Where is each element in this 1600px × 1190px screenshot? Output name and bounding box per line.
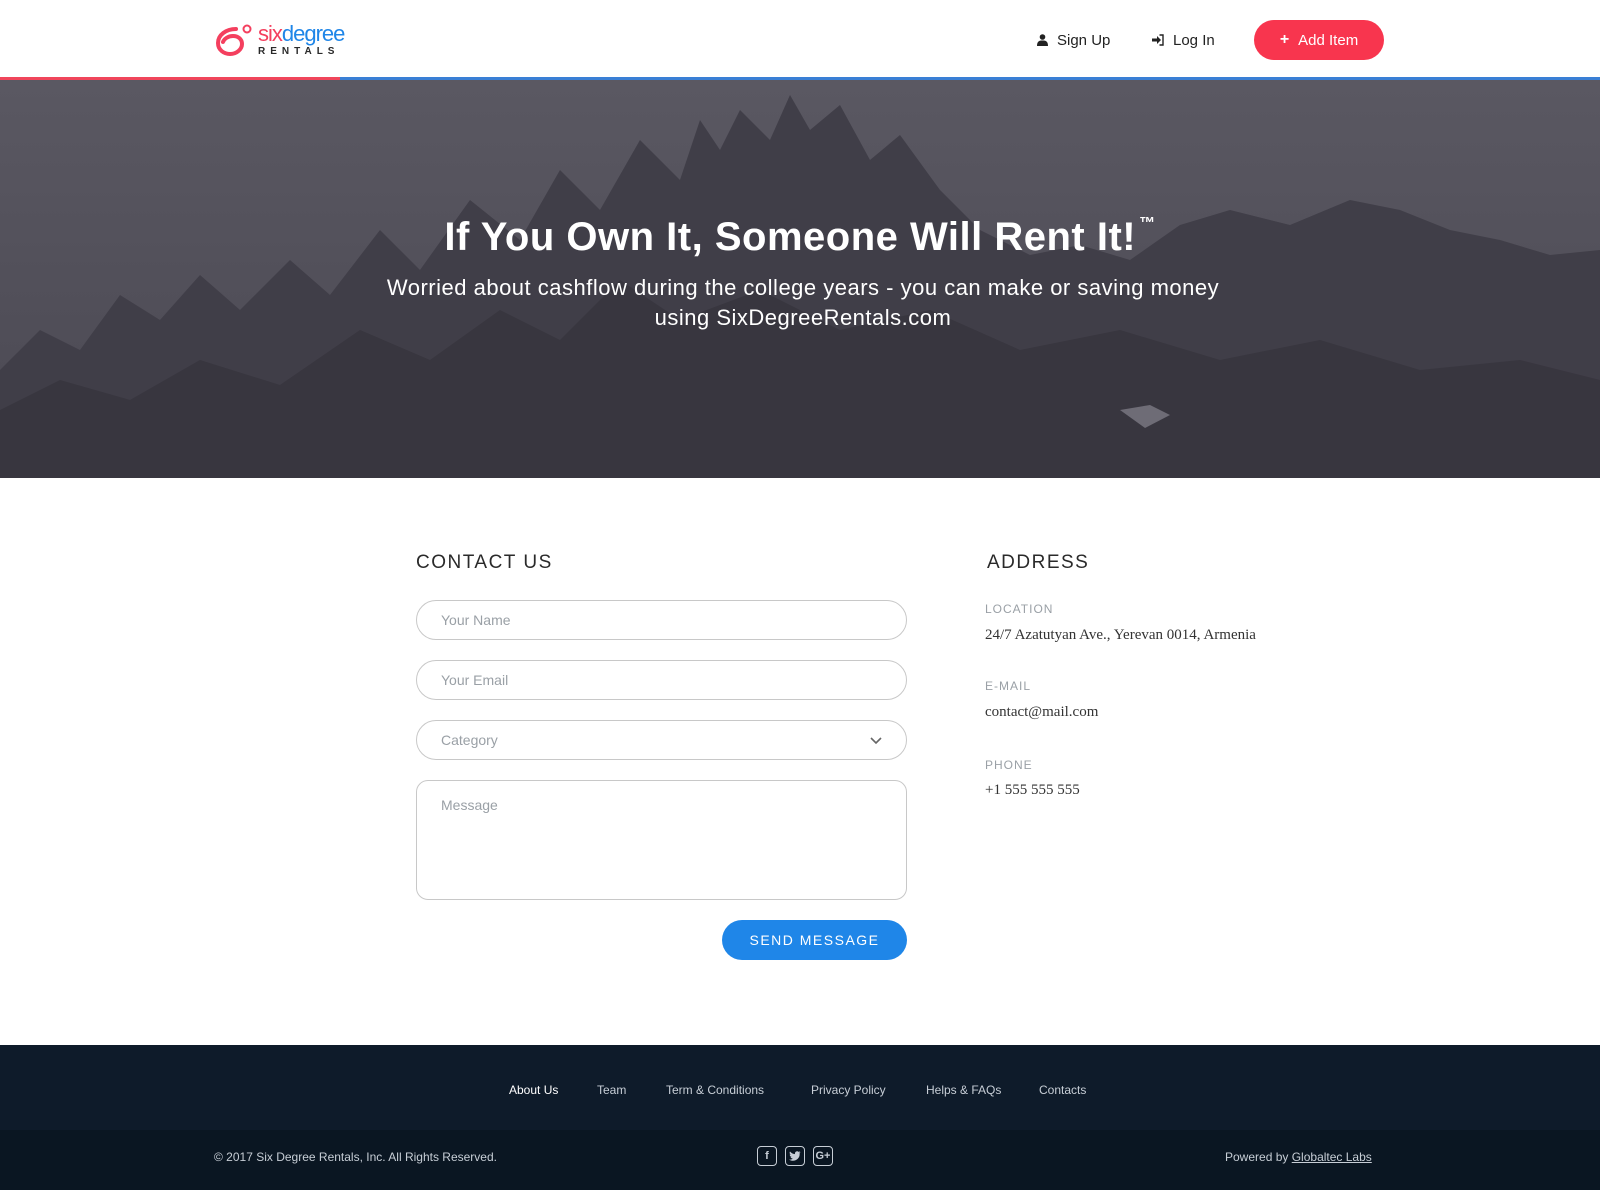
footer-link-about-us[interactable]: About Us <box>509 1083 558 1097</box>
logo[interactable]: sixdegree RENTALS <box>214 20 354 60</box>
email-label: E-MAIL <box>985 679 1032 693</box>
email-value[interactable]: contact@mail.com <box>985 704 1098 721</box>
location-value: 24/7 Azatutyan Ave., Yerevan 0014, Armen… <box>985 627 1256 643</box>
copyright: © 2017 Six Degree Rentals, Inc. All Righ… <box>214 1150 497 1164</box>
trademark-symbol: ™ <box>1139 215 1156 232</box>
login-link[interactable]: Log In <box>1152 20 1215 60</box>
user-icon <box>1037 34 1048 46</box>
logo-degree: degree <box>281 21 346 46</box>
add-item-label: Add Item <box>1298 31 1359 49</box>
footer-link-terms[interactable]: Term & Conditions <box>666 1083 764 1097</box>
footer-link-team[interactable]: Team <box>597 1083 626 1097</box>
hero-title-text: If You Own It, Someone Will Rent It! <box>444 215 1137 259</box>
category-select[interactable]: Category <box>416 720 907 760</box>
contact-title: CONTACT US <box>416 552 553 573</box>
logo-text: sixdegree RENTALS <box>258 21 346 57</box>
hero-banner: If You Own It, Someone Will Rent It! ™ Wo… <box>0 80 1600 478</box>
phone-label: PHONE <box>985 758 1033 772</box>
add-item-button[interactable]: + Add Item <box>1254 20 1384 60</box>
facebook-icon[interactable]: f <box>757 1146 777 1166</box>
globaltec-link[interactable]: Globaltec Labs <box>1292 1150 1372 1164</box>
logo-six-icon <box>214 23 254 57</box>
footer-nav-bar <box>0 1045 1600 1130</box>
twitter-icon[interactable] <box>785 1146 805 1166</box>
category-placeholder: Category <box>441 732 498 748</box>
hero-subtitle: Worried about cashflow during the colleg… <box>386 275 1220 330</box>
footer-link-privacy[interactable]: Privacy Policy <box>811 1083 886 1097</box>
google-plus-icon[interactable]: G+ <box>813 1146 833 1166</box>
login-label: Log In <box>1173 31 1215 49</box>
footer-link-faqs[interactable]: Helps & FAQs <box>926 1083 1001 1097</box>
signup-link[interactable]: Sign Up <box>1037 20 1110 60</box>
message-textarea[interactable] <box>416 780 907 900</box>
address-title: ADDRESS <box>987 552 1090 573</box>
plus-icon: + <box>1279 31 1290 48</box>
signup-label: Sign Up <box>1057 31 1111 49</box>
send-message-button[interactable]: SEND MESSAGE <box>722 920 907 960</box>
location-label: LOCATION <box>985 602 1054 616</box>
logo-rentals: RENTALS <box>258 46 340 57</box>
powered-prefix: Powered by <box>1225 1150 1289 1164</box>
hero-title: If You Own It, Someone Will Rent It! ™ <box>0 215 1600 260</box>
footer-link-contacts[interactable]: Contacts <box>1039 1083 1086 1097</box>
name-input[interactable] <box>416 600 907 640</box>
header: sixdegree RENTALS Sign Up Log In + Add I… <box>0 0 1600 80</box>
logo-six: six <box>258 21 283 46</box>
email-input[interactable] <box>416 660 907 700</box>
chevron-down-icon <box>870 732 882 748</box>
sign-in-icon <box>1152 34 1164 46</box>
powered-by: Powered by Globaltec Labs <box>1225 1150 1372 1164</box>
phone-value: +1 555 555 555 <box>985 782 1080 798</box>
